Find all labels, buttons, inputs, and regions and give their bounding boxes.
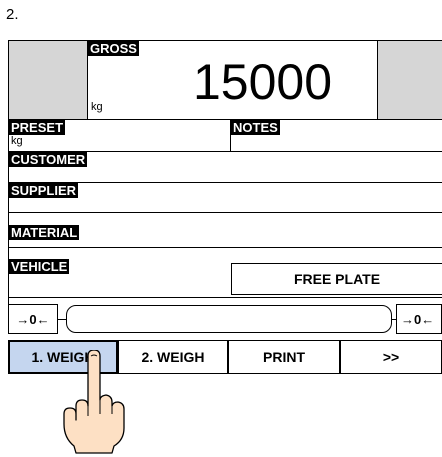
right-display-panel <box>377 41 442 119</box>
preset-unit: kg <box>11 135 23 147</box>
scale-terminal-screen: GROSS kg 15000 PRESET kg NOTES CUSTOMER … <box>8 40 442 320</box>
zero-right-button[interactable]: →0← <box>396 304 442 334</box>
free-plate-button[interactable]: FREE PLATE <box>231 263 442 295</box>
zero-indicator-bar <box>66 305 392 333</box>
weigh-2-button[interactable]: 2. WEIGH <box>118 340 228 374</box>
customer-label: CUSTOMER <box>9 152 88 167</box>
weight-value: 15000 <box>193 54 333 110</box>
hand-pointer-icon <box>63 350 125 454</box>
notes-label: NOTES <box>231 120 280 135</box>
left-display-panel <box>9 41 88 119</box>
print-button[interactable]: PRINT <box>228 340 340 374</box>
more-button[interactable]: >> <box>340 340 442 374</box>
step-number: 2. <box>6 6 19 23</box>
preset-label: PRESET <box>9 120 66 135</box>
material-label: MATERIAL <box>9 225 80 240</box>
gross-label: GROSS <box>88 41 139 56</box>
weight-unit: kg <box>91 101 103 113</box>
supplier-label: SUPPLIER <box>9 183 79 198</box>
zero-left-button[interactable]: →0← <box>8 304 58 334</box>
vehicle-label: VEHICLE <box>9 259 70 274</box>
